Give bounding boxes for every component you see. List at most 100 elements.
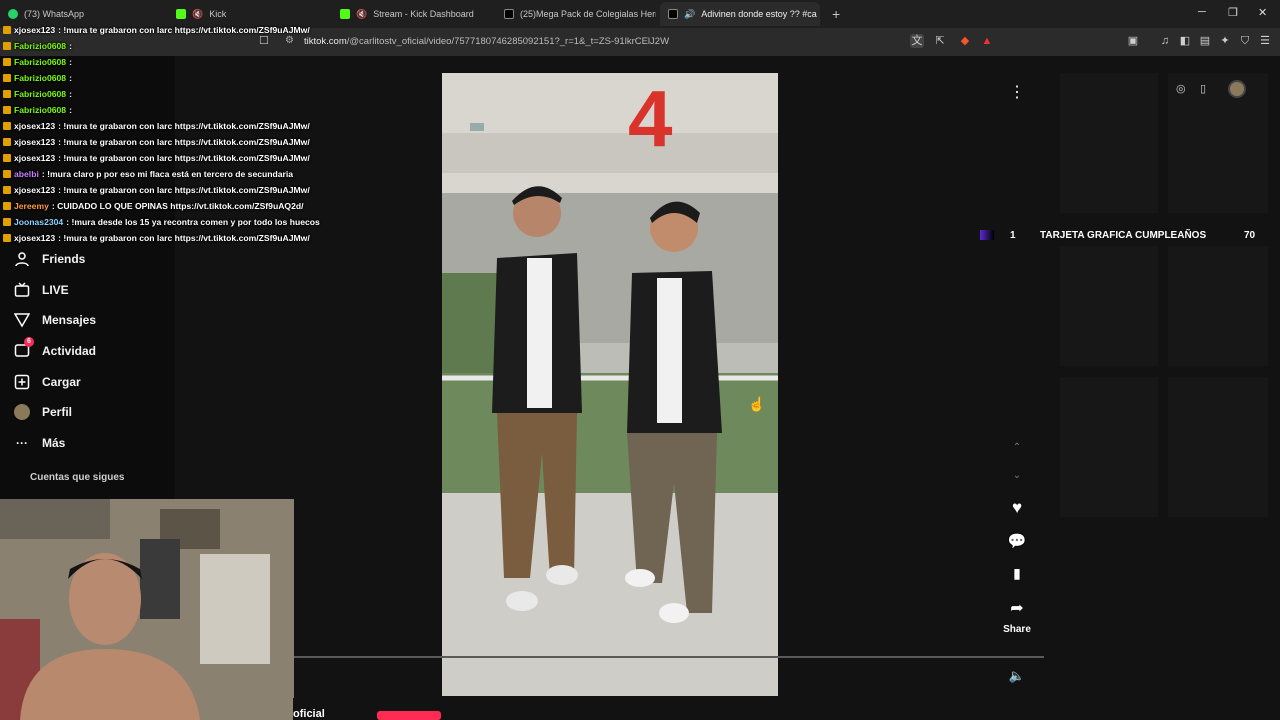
chat-username[interactable]: xjosex123 <box>14 137 55 147</box>
tab-title: (73) WhatsApp <box>24 9 85 19</box>
chat-text: : <box>69 73 72 83</box>
follow-button[interactable] <box>377 711 441 720</box>
chat-message: abelbi: !mura claro p por eso mi flaca e… <box>0 166 330 182</box>
minimize-icon[interactable]: ─ <box>1198 6 1206 18</box>
tab-kick-dashboard[interactable]: 🔇 Stream - Kick Dashboard <box>332 2 492 26</box>
messages-icon <box>14 312 30 328</box>
chat-badge-icon <box>3 74 11 82</box>
compass-icon[interactable]: ◎ <box>1176 82 1186 95</box>
chat-username[interactable]: Fabrizio0608 <box>14 57 66 67</box>
sidebar-item-label: LIVE <box>42 282 69 297</box>
chat-username[interactable]: Joonas2304 <box>14 217 63 227</box>
sidebar-item-activity[interactable]: 6 Actividad <box>14 336 96 367</box>
floor-sign: 4 <box>628 74 673 163</box>
rewards-icon[interactable]: ▲ <box>980 34 994 48</box>
maximize-icon[interactable]: ❐ <box>1228 6 1238 19</box>
tab-title: (25)Mega Pack de Colegialas Hermo <box>520 9 656 19</box>
chat-username[interactable]: xjosex123 <box>14 233 55 243</box>
video-info-strip: oficial <box>293 698 1044 720</box>
sidebar-item-upload[interactable]: Cargar <box>14 366 96 397</box>
sidebar-item-label: Actividad <box>42 344 97 359</box>
tab-title: Stream - Kick Dashboard <box>373 9 474 19</box>
video-thumbnail[interactable] <box>1060 73 1158 213</box>
volume-icon[interactable]: 🔈 <box>1000 668 1034 684</box>
video-thumbnail[interactable] <box>1060 377 1158 517</box>
translate-icon[interactable]: 文 <box>910 34 924 48</box>
sidebar-item-live[interactable]: LIVE <box>14 275 96 306</box>
live-icon <box>14 282 30 298</box>
chat-message: Jereemy: CUIDADO LO QUE OPINAS https://v… <box>0 198 330 214</box>
sidebar-item-label: Friends <box>42 252 86 267</box>
chat-text: : CUIDADO LO QUE OPINAS https://vt.tikto… <box>51 201 304 211</box>
avatar[interactable] <box>1228 80 1246 98</box>
chat-text: : <box>69 41 72 51</box>
panel-icon[interactable]: ◧ <box>1178 34 1192 48</box>
chat-badge-icon <box>3 218 11 226</box>
sidebar-item-messages[interactable]: Mensajes <box>14 305 96 336</box>
chat-badge-icon <box>3 202 11 210</box>
chat-username[interactable]: xjosex123 <box>14 25 55 35</box>
sidebar-item-friends[interactable]: Friends <box>14 244 96 275</box>
goal-ticker: 1 TARJETA GRAFICA CUMPLEAÑOS 70 <box>980 228 1280 242</box>
music-icon[interactable]: ♫ <box>1158 34 1172 48</box>
video-player[interactable]: 4 <box>442 73 778 696</box>
video-frame <box>442 73 778 696</box>
chat-text: : !mura te grabaron con larc https://vt.… <box>58 185 310 195</box>
chat-username[interactable]: Fabrizio0608 <box>14 73 66 83</box>
like-icon[interactable]: ♥ <box>1000 498 1034 518</box>
notification-badge: 6 <box>24 337 34 348</box>
ai-icon[interactable]: ✦ <box>1218 34 1232 48</box>
chat-username[interactable]: abelbi <box>14 169 39 179</box>
tab-tiktok-active[interactable]: 🔊 Adivinen donde estoy ?? #ca ✕ <box>660 2 820 26</box>
wallet-icon[interactable]: ▤ <box>1198 34 1212 48</box>
chat-message: xjosex123: !mura te grabaron con larc ht… <box>0 118 330 134</box>
chat-username[interactable]: Fabrizio0608 <box>14 105 66 115</box>
sidebar-item-more[interactable]: ··· Más <box>14 428 96 459</box>
close-window-icon[interactable]: ✕ <box>1258 6 1267 19</box>
new-tab-button[interactable]: + <box>824 2 844 26</box>
chat-username[interactable]: Fabrizio0608 <box>14 41 66 51</box>
share-icon[interactable]: ➦ <box>1000 598 1034 618</box>
chat-badge-icon <box>3 58 11 66</box>
more-icon: ··· <box>16 435 28 450</box>
chat-username[interactable]: Jereemy <box>14 201 49 211</box>
share-page-icon[interactable]: ⇱ <box>933 34 947 48</box>
previous-video-icon[interactable]: ⌃ <box>1000 442 1034 453</box>
phone-icon[interactable]: ▯ <box>1200 82 1206 95</box>
chat-text: : <box>69 57 72 67</box>
mute-icon: 🔇 <box>356 8 368 19</box>
chat-message: Fabrizio0608: <box>0 38 330 54</box>
chat-text: : !mura te grabaron con larc https://vt.… <box>58 233 310 243</box>
chat-text: : <box>69 105 72 115</box>
video-progress-bar[interactable] <box>293 656 1044 658</box>
vpn-icon[interactable]: ⛉ <box>1238 34 1252 48</box>
bookmark-icon[interactable]: ▮ <box>1000 565 1034 582</box>
sidebar-toggle-icon[interactable]: ▣ <box>1126 34 1140 48</box>
url-field[interactable]: tiktok.com/@carlitostv_oficial/video/757… <box>304 36 669 47</box>
video-thumbnail[interactable] <box>1060 246 1158 366</box>
chat-message: xjosex123: !mura te grabaron con larc ht… <box>0 134 330 150</box>
sidebar-item-label: Mensajes <box>42 313 97 328</box>
video-thumbnail[interactable] <box>1168 377 1268 517</box>
next-video-icon[interactable]: ⌄ <box>1000 470 1034 481</box>
chat-badge-icon <box>3 106 11 114</box>
chat-username[interactable]: xjosex123 <box>14 185 55 195</box>
more-options-icon[interactable]: ⋮ <box>1000 82 1034 102</box>
ticker-accent <box>980 230 994 240</box>
sidebar-item-label: Más <box>42 435 66 450</box>
tiktok-icon <box>668 9 678 19</box>
tab-title: Kick <box>209 9 227 19</box>
chat-username[interactable]: xjosex123 <box>14 121 55 131</box>
sidebar-item-label: Perfil <box>42 405 73 420</box>
chat-badge-icon <box>3 42 11 50</box>
chat-username[interactable]: xjosex123 <box>14 153 55 163</box>
chat-text: : !mura te grabaron con larc https://vt.… <box>58 121 310 131</box>
tab-tiktok-pack[interactable]: (25)Mega Pack de Colegialas Hermo <box>496 2 656 26</box>
ticker-text: TARJETA GRAFICA CUMPLEAÑOS <box>1040 229 1207 241</box>
menu-icon[interactable]: ☰ <box>1258 34 1272 48</box>
comment-icon[interactable]: 💬 <box>1000 532 1034 550</box>
chat-username[interactable]: Fabrizio0608 <box>14 89 66 99</box>
sidebar-item-profile[interactable]: Perfil <box>14 397 96 428</box>
video-thumbnail[interactable] <box>1168 246 1268 366</box>
brave-shield-icon[interactable]: ◆ <box>958 34 972 48</box>
